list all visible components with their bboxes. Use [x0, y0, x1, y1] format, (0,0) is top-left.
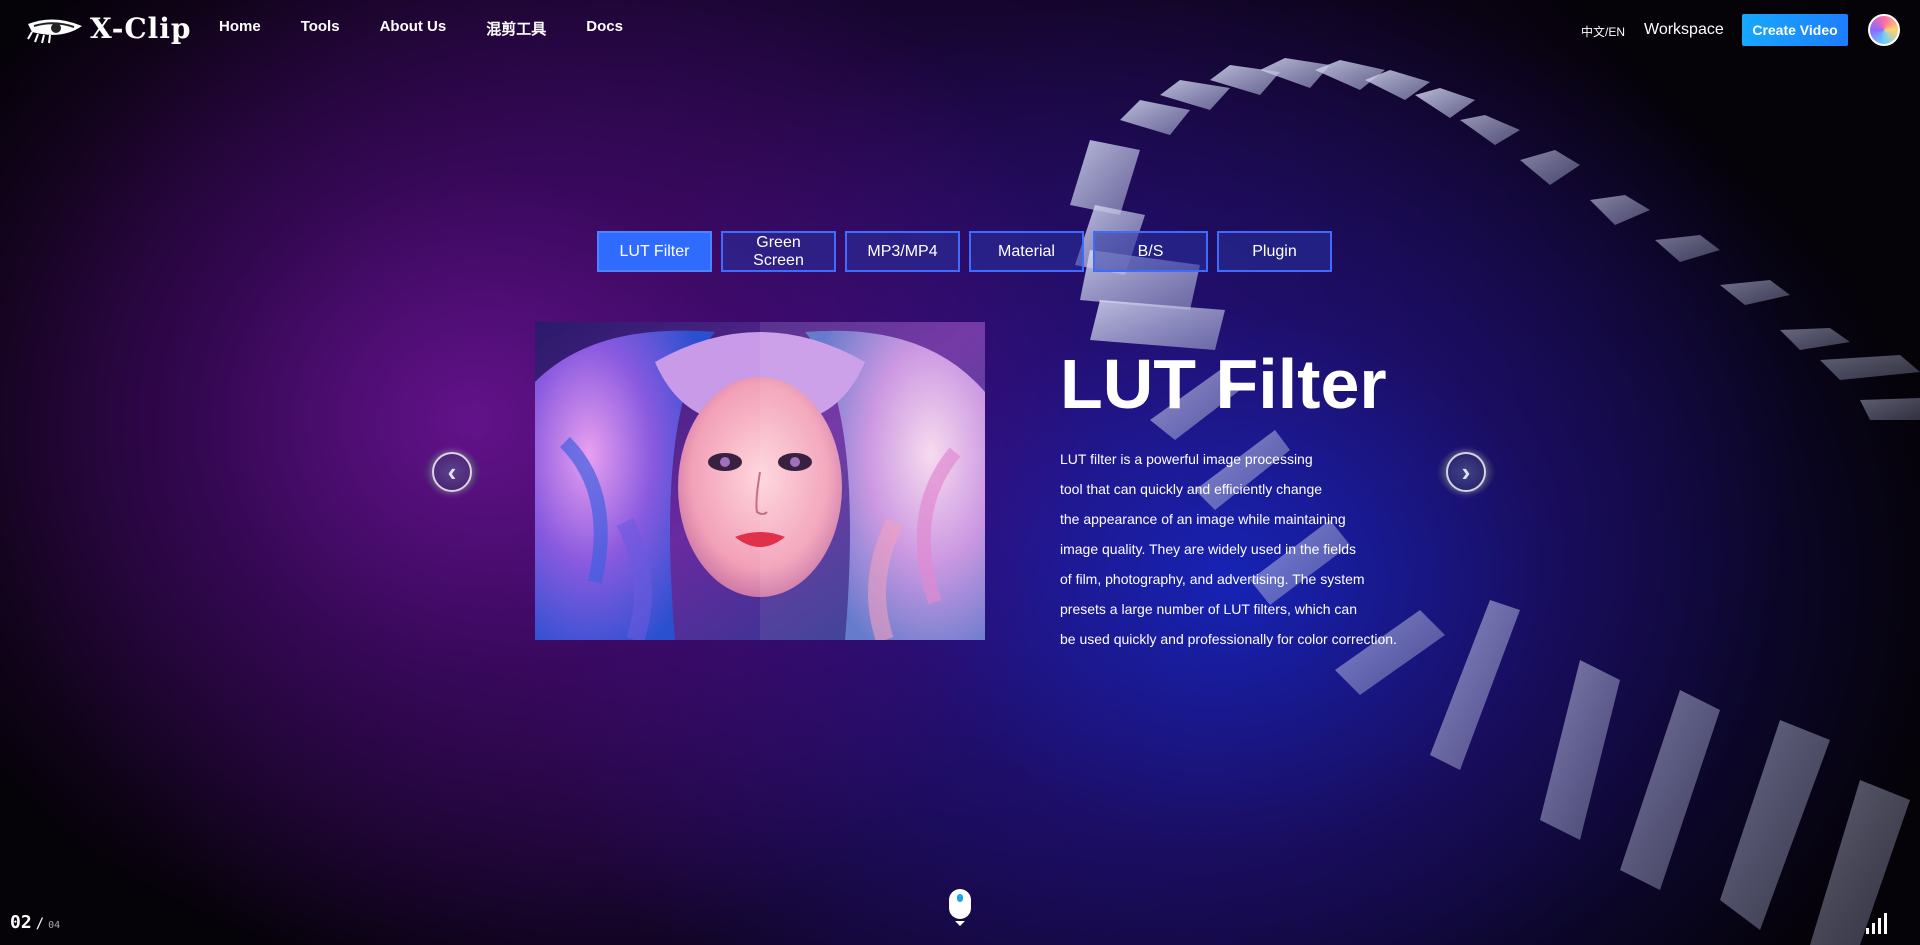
description-line: tool that can quickly and efficiently ch… [1060, 481, 1323, 497]
logo[interactable]: X-Clip [26, 12, 191, 45]
chevron-right-icon: › [1446, 452, 1486, 492]
tab-bs[interactable]: B/S [1093, 231, 1208, 272]
pager-current: 02 [10, 912, 32, 933]
user-avatar[interactable] [1868, 14, 1900, 46]
feature-tabs: LUT Filter Green Screen MP3/MP4 Material… [597, 231, 1332, 272]
create-video-button[interactable]: Create Video [1742, 14, 1848, 46]
tab-green-screen[interactable]: Green Screen [721, 231, 836, 272]
tab-lut-filter[interactable]: LUT Filter [597, 231, 712, 272]
logo-text: X-Clip [90, 12, 192, 45]
nav-about-us[interactable]: About Us [380, 18, 447, 39]
audio-bars-icon[interactable] [1866, 912, 1887, 934]
carousel-prev-button[interactable]: ‹ [423, 449, 481, 495]
top-navbar: X-Clip Home Tools About Us 混剪工具 Docs 中文/… [0, 0, 1920, 60]
description-line: image quality. They are widely used in t… [1060, 541, 1356, 557]
feature-image [535, 322, 985, 640]
slide-pager: 02/04 [10, 912, 60, 933]
nav-mix-tools[interactable]: 混剪工具 [486, 18, 546, 39]
nav-tools[interactable]: Tools [301, 18, 340, 39]
tab-plugin[interactable]: Plugin [1217, 231, 1332, 272]
feature-description: LUT filter is a powerful image processin… [1060, 444, 1420, 654]
pager-separator: / [35, 916, 45, 932]
nav-home[interactable]: Home [219, 18, 261, 39]
logo-eye-icon [27, 18, 82, 43]
scroll-wheel-dot [957, 894, 963, 902]
pager-total: 04 [48, 920, 61, 931]
feature-title: LUT Filter [1060, 345, 1387, 423]
tab-mp3-mp4[interactable]: MP3/MP4 [845, 231, 960, 272]
scroll-mouse-icon[interactable] [949, 889, 971, 926]
main-nav: Home Tools About Us 混剪工具 Docs [219, 18, 663, 39]
language-toggle[interactable]: 中文/EN [1581, 23, 1625, 40]
tab-material[interactable]: Material [969, 231, 1084, 272]
chevron-left-icon: ‹ [432, 452, 472, 492]
carousel-next-button[interactable]: › [1437, 449, 1495, 495]
description-line: of film, photography, and advertising. T… [1060, 571, 1365, 587]
description-line: be used quickly and professionally for c… [1060, 631, 1397, 647]
nav-docs[interactable]: Docs [586, 18, 623, 39]
description-line: presets a large number of LUT filters, w… [1060, 601, 1357, 617]
workspace-link[interactable]: Workspace [1644, 21, 1724, 39]
portrait-illustration [535, 322, 985, 640]
description-line: LUT filter is a powerful image processin… [1060, 451, 1313, 467]
description-line: the appearance of an image while maintai… [1060, 511, 1346, 527]
scroll-down-chevron-icon [955, 921, 965, 926]
